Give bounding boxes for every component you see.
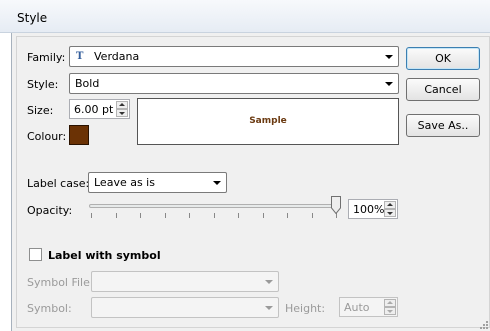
- chevron-down-icon: [385, 82, 393, 86]
- opacity-spin-buttons[interactable]: [384, 201, 396, 217]
- symbol-label: Symbol:: [27, 302, 72, 315]
- slider-tick: [238, 213, 239, 218]
- style-dropdown[interactable]: Bold: [69, 73, 399, 94]
- size-label: Size:: [27, 104, 54, 117]
- save-as-button[interactable]: Save As..: [406, 114, 480, 137]
- spin-down-icon[interactable]: [116, 109, 128, 117]
- opacity-label: Opacity:: [27, 204, 73, 217]
- family-dropdown[interactable]: Verdana: [69, 46, 399, 67]
- opacity-value: 100%: [353, 203, 385, 216]
- spin-up-icon[interactable]: [384, 299, 396, 307]
- chevron-down-icon: [265, 306, 273, 310]
- label-case-value: Leave as is: [94, 176, 155, 189]
- spin-down-icon[interactable]: [384, 307, 396, 315]
- family-label: Family:: [27, 51, 66, 64]
- ok-button[interactable]: OK: [406, 47, 480, 70]
- title-bar: Style: [0, 0, 490, 33]
- slider-tick: [140, 213, 141, 218]
- size-stepper[interactable]: 6.00 pt: [69, 99, 130, 119]
- symbol-dropdown[interactable]: [91, 297, 279, 318]
- slider-tick: [165, 213, 166, 218]
- height-spin-buttons[interactable]: [384, 299, 396, 315]
- truetype-font-icon: T: [76, 51, 84, 62]
- size-value: 6.00 pt: [74, 103, 114, 116]
- label-with-symbol-label[interactable]: Label with symbol: [48, 249, 161, 262]
- opacity-slider-track[interactable]: [89, 204, 341, 208]
- opacity-slider-thumb[interactable]: [331, 196, 341, 214]
- size-spin-buttons[interactable]: [116, 101, 128, 117]
- symbol-file-dropdown[interactable]: [91, 271, 279, 292]
- label-case-dropdown[interactable]: Leave as is: [88, 172, 227, 193]
- window-title: Style: [17, 11, 48, 25]
- colour-swatch[interactable]: [69, 125, 89, 145]
- spin-down-icon[interactable]: [384, 209, 396, 217]
- style-label: Style:: [27, 78, 59, 91]
- spin-up-icon[interactable]: [384, 201, 396, 209]
- font-sample-preview: Sample: [137, 98, 399, 145]
- label-with-symbol-checkbox[interactable]: [29, 248, 42, 261]
- slider-tick: [91, 213, 92, 218]
- chevron-down-icon: [385, 55, 393, 59]
- slider-tick: [214, 213, 215, 218]
- opacity-stepper[interactable]: 100%: [348, 199, 398, 219]
- spin-up-icon[interactable]: [116, 101, 128, 109]
- symbol-file-label: Symbol File:: [27, 276, 94, 289]
- family-value: Verdana: [94, 50, 140, 63]
- label-case-label: Label case:: [27, 177, 90, 190]
- slider-tick: [116, 213, 117, 218]
- cancel-button[interactable]: Cancel: [406, 78, 480, 101]
- colour-label: Colour:: [27, 130, 67, 143]
- chevron-down-icon: [213, 181, 221, 185]
- resize-grip-icon[interactable]: [478, 319, 488, 329]
- chevron-down-icon: [265, 280, 273, 284]
- height-value: Auto: [344, 301, 370, 314]
- height-stepper[interactable]: Auto: [339, 297, 398, 317]
- slider-tick: [189, 213, 190, 218]
- slider-tick: [287, 213, 288, 218]
- height-label: Height:: [285, 302, 326, 315]
- style-value: Bold: [75, 77, 100, 90]
- slider-tick: [312, 213, 313, 218]
- slider-tick: [263, 213, 264, 218]
